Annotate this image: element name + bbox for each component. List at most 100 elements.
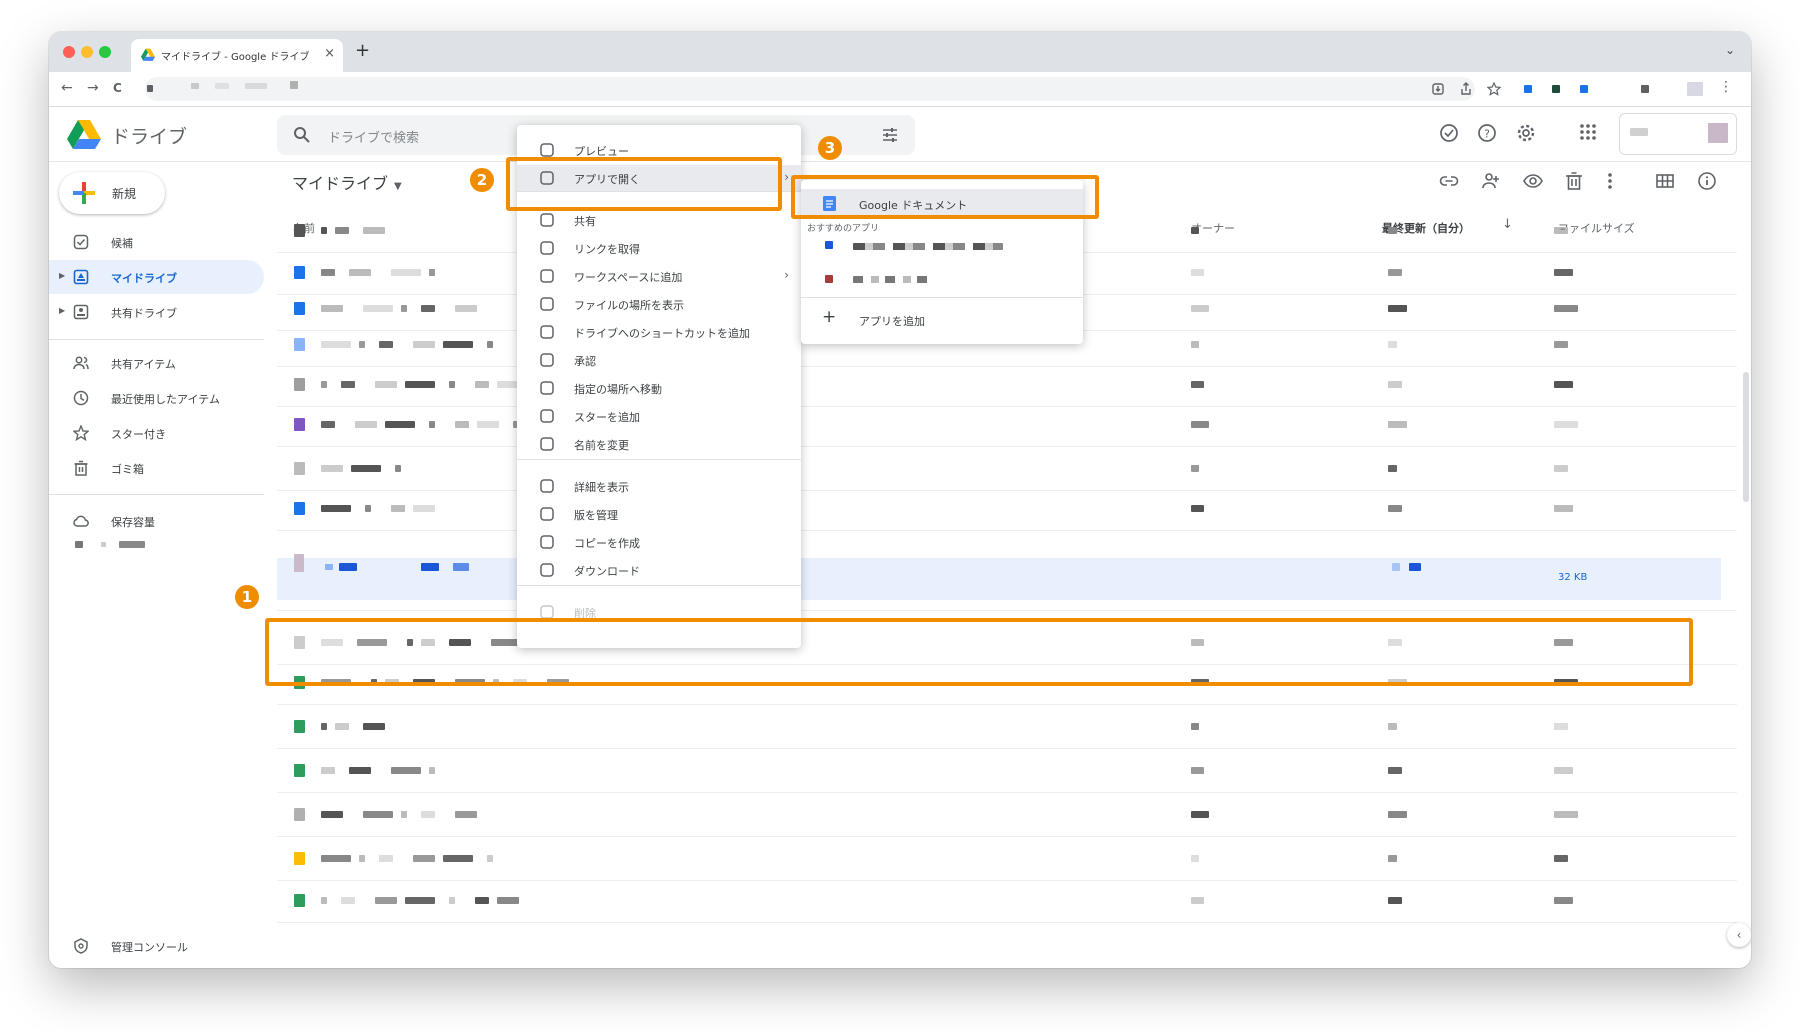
avatar[interactable] <box>1708 123 1728 143</box>
info-icon[interactable] <box>1697 171 1717 191</box>
menu-item-rename[interactable]: 名前を変更 <box>517 431 801 457</box>
ready-for-offline-icon[interactable] <box>1439 123 1459 143</box>
link-icon <box>539 240 555 256</box>
shortcut-icon <box>539 324 555 340</box>
suggested-app-name-redacted[interactable] <box>853 276 933 283</box>
file-name-redacted <box>401 811 407 818</box>
file-name-redacted <box>335 227 349 234</box>
menu-item-show-file-location[interactable]: ファイルの場所を表示 <box>517 291 801 317</box>
new-tab-button[interactable]: + <box>355 40 370 61</box>
suggested-app-name-redacted[interactable] <box>853 243 1003 250</box>
table-row[interactable] <box>277 494 1737 528</box>
menu-item-manage-versions[interactable]: 版を管理 <box>517 501 801 527</box>
file-name-redacted <box>321 381 327 388</box>
drive-logo-icon[interactable] <box>67 120 101 150</box>
new-button[interactable]: 新規 <box>59 172 165 214</box>
owner-redacted <box>1191 767 1204 774</box>
suggested-app-icon[interactable] <box>825 241 833 249</box>
sidebar-item-recent[interactable]: 最近使用したアイテム <box>49 381 264 415</box>
apps-grid-icon[interactable] <box>1579 123 1597 141</box>
menu-item-download[interactable]: ダウンロード <box>517 557 801 583</box>
owner-redacted <box>1191 465 1199 472</box>
reload-button[interactable]: C <box>113 81 122 95</box>
preview-eye-icon[interactable] <box>1523 171 1543 191</box>
share-person-icon[interactable] <box>1481 171 1501 191</box>
tab-close-icon[interactable]: × <box>324 46 335 61</box>
sidebar-item-shared-with-me[interactable]: 共有アイテム <box>49 346 264 380</box>
tab-search-icon[interactable]: ⌄ <box>1725 43 1735 57</box>
table-row[interactable] <box>277 886 1737 920</box>
breadcrumb[interactable]: マイドライブ ▼ <box>292 170 402 194</box>
menu-item-add-shortcut[interactable]: ドライブへのショートカットを追加 <box>517 319 801 345</box>
file-name-redacted <box>405 897 435 904</box>
menu-item-view-details[interactable]: 詳細を表示 <box>517 473 801 499</box>
scrollbar[interactable] <box>1743 372 1749 502</box>
settings-gear-icon[interactable] <box>1516 123 1536 143</box>
sidebar-item-storage[interactable]: 保存容量 <box>49 504 264 538</box>
search-icon[interactable] <box>293 126 311 144</box>
sidebar-item-trash[interactable]: ゴミ箱 <box>49 451 264 485</box>
clock-icon <box>73 390 89 406</box>
sidebar-item-my-drive[interactable]: ▶ マイドライブ <box>49 260 264 294</box>
search-options-icon[interactable] <box>881 126 899 144</box>
menu-item-approvals[interactable]: 承認 <box>517 347 801 373</box>
file-name-redacted <box>321 341 351 348</box>
grid-view-icon[interactable] <box>1655 171 1675 191</box>
side-panel-toggle-button[interactable]: ‹ <box>1727 923 1751 947</box>
browser-tab[interactable]: マイドライブ - Google ドライブ × <box>131 39 343 72</box>
menu-item-make-copy[interactable]: コピーを作成 <box>517 529 801 555</box>
close-window-button[interactable] <box>63 46 75 58</box>
sidebar-item-shared-drives[interactable]: ▶ 共有ドライブ <box>49 295 264 329</box>
bookmark-star-icon[interactable] <box>1487 82 1501 96</box>
more-vert-icon[interactable] <box>1607 171 1613 191</box>
menu-item-move-to[interactable]: 指定の場所へ移動 <box>517 375 801 401</box>
suggested-app-icon[interactable] <box>825 275 833 283</box>
table-row[interactable] <box>277 454 1737 488</box>
table-row[interactable] <box>277 370 1737 404</box>
expand-caret-icon[interactable]: ▶ <box>59 271 65 280</box>
help-icon[interactable]: ? <box>1477 123 1497 143</box>
size-redacted <box>1554 897 1573 904</box>
extension-icon[interactable] <box>1641 85 1649 93</box>
file-name-redacted <box>321 897 327 904</box>
file-name-redacted <box>455 305 477 312</box>
file-type-icon <box>294 302 305 315</box>
search-input[interactable]: ドライブで検索 <box>328 127 419 146</box>
profile-icon[interactable] <box>1687 82 1703 96</box>
table-row[interactable] <box>277 844 1737 878</box>
extension-icon[interactable] <box>1524 85 1532 93</box>
menu-item-add-to-workspace[interactable]: ワークスペースに追加 › <box>517 263 801 289</box>
table-row[interactable] <box>277 800 1737 834</box>
forward-button[interactable]: → <box>87 80 99 96</box>
file-type-icon <box>294 224 305 237</box>
file-name-redacted <box>413 341 435 348</box>
minimize-window-button[interactable] <box>81 46 93 58</box>
extension-icon[interactable] <box>1552 85 1560 93</box>
selected-table-row[interactable] <box>277 558 1721 600</box>
share-icon[interactable] <box>1459 82 1473 96</box>
plus-icon: + <box>822 307 837 327</box>
menu-item-label: コピーを作成 <box>574 537 640 550</box>
browser-menu-icon[interactable]: ⋮ <box>1719 79 1733 95</box>
menu-item-add-star[interactable]: スターを追加 <box>517 403 801 429</box>
people-icon <box>73 356 89 370</box>
expand-caret-icon[interactable]: ▶ <box>59 306 65 315</box>
extension-icon[interactable] <box>1580 85 1588 93</box>
file-name-redacted <box>375 897 397 904</box>
account-button[interactable] <box>1619 113 1737 155</box>
sidebar-item-suggested[interactable]: 候補 <box>49 225 264 259</box>
back-button[interactable]: ← <box>61 80 73 96</box>
table-row[interactable] <box>277 756 1737 790</box>
zoom-window-button[interactable] <box>99 46 111 58</box>
delete-trash-icon[interactable] <box>1565 171 1583 191</box>
table-row[interactable] <box>277 712 1737 746</box>
sidebar-item-admin-console[interactable]: 管理コンソール <box>49 929 264 963</box>
install-icon[interactable] <box>1431 82 1445 96</box>
get-link-icon[interactable] <box>1439 171 1459 191</box>
sidebar-item-starred[interactable]: スター付き <box>49 416 264 450</box>
file-type-icon <box>294 378 305 391</box>
add-app-button[interactable]: アプリを追加 <box>859 313 925 329</box>
file-name-redacted <box>321 767 335 774</box>
menu-item-get-link[interactable]: リンクを取得 <box>517 235 801 261</box>
address-bar[interactable] <box>145 77 1475 101</box>
